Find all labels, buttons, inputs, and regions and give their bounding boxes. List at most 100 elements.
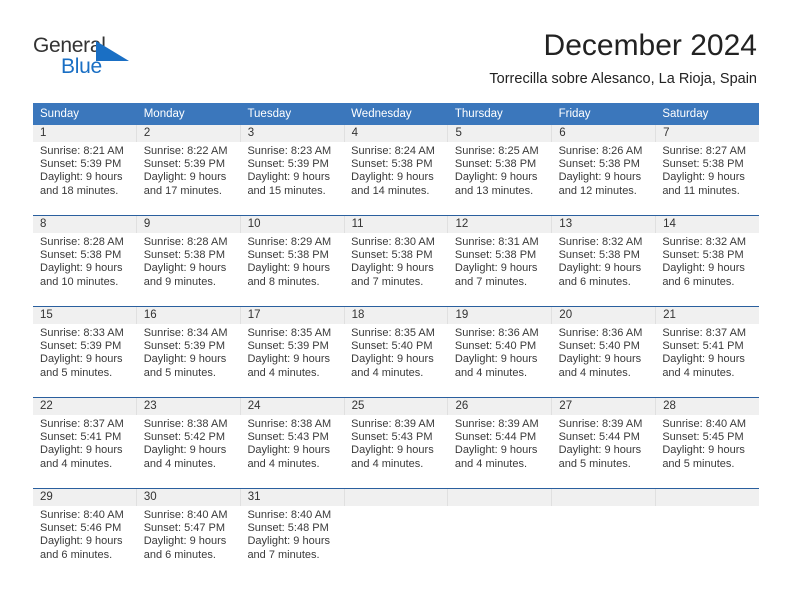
day-detail-line: Daylight: 9 hours [143, 353, 227, 366]
day-detail-line: and 4 minutes. [351, 457, 424, 470]
day-detail-line: and 6 minutes. [143, 548, 216, 561]
day-detail-line: Sunrise: 8:39 AM [454, 418, 539, 430]
day-detail-line: Sunrise: 8:35 AM [247, 327, 332, 339]
day-number[interactable]: 13 [551, 216, 655, 233]
calendar-week-row: 29 30 31 Sunrise: 8:40 AM Sunset: 5:46 PM Day… [33, 488, 759, 579]
day-detail-line: and 4 minutes. [351, 366, 424, 379]
day-cell[interactable]: Sunrise: 8:26 AM Sunset: 5:38 PM Daylight:… [552, 142, 656, 215]
day-detail-line: Sunset: 5:46 PM [40, 522, 122, 535]
day-number[interactable]: 9 [135, 216, 240, 233]
logo-text-blue: Blue [61, 55, 102, 78]
day-detail-line: Daylight: 9 hours [662, 444, 745, 457]
day-cell[interactable]: Sunrise: 8:40 AM Sunset: 5:47 PM Daylight:… [137, 506, 241, 579]
day-number[interactable]: 18 [343, 307, 448, 324]
calendar-page: General Blue December 2024 Torrecilla so… [0, 0, 792, 612]
day-number[interactable]: 6 [551, 125, 655, 142]
day-cell[interactable]: Sunrise: 8:36 AM Sunset: 5:40 PM Daylight:… [448, 324, 552, 397]
calendar-weeks: 1 2 3 4 5 6 7 Sunrise: 8:21 AM Sunset: 5:39 PM Da… [33, 125, 759, 579]
day-number[interactable]: 12 [447, 216, 551, 233]
day-detail-line: Daylight: 9 hours [558, 444, 642, 457]
day-number[interactable]: 22 [33, 398, 136, 415]
day-detail-line: Sunset: 5:48 PM [247, 522, 329, 535]
day-detail-line: Sunset: 5:42 PM [143, 431, 226, 444]
day-detail-line: Sunset: 5:45 PM [662, 431, 744, 444]
day-of-week-header: Tuesday [247, 108, 292, 120]
day-detail-line: Sunrise: 8:36 AM [454, 327, 539, 339]
day-number[interactable]: 25 [343, 398, 448, 415]
day-cell[interactable]: Sunrise: 8:37 AM Sunset: 5:41 PM Daylight:… [33, 415, 137, 488]
title-block: December 2024 Torrecilla sobre Alesanco,… [489, 28, 757, 90]
day-cell[interactable]: Sunrise: 8:22 AM Sunset: 5:39 PM Daylight:… [137, 142, 241, 215]
day-cell[interactable]: Sunrise: 8:39 AM Sunset: 5:44 PM Daylight:… [552, 415, 656, 488]
day-of-week-header: Friday [558, 108, 591, 120]
day-detail-line: Sunrise: 8:23 AM [247, 145, 332, 157]
day-cell[interactable]: Sunrise: 8:24 AM Sunset: 5:38 PM Daylight:… [344, 142, 448, 215]
day-cell[interactable]: Sunrise: 8:33 AM Sunset: 5:39 PM Daylight:… [33, 324, 137, 397]
day-number[interactable]: 31 [239, 489, 344, 506]
day-cell[interactable]: Sunrise: 8:29 AM Sunset: 5:38 PM Daylight:… [240, 233, 344, 306]
day-cell[interactable]: Sunrise: 8:35 AM Sunset: 5:40 PM Daylight:… [344, 324, 448, 397]
day-cell[interactable]: Sunrise: 8:31 AM Sunset: 5:38 PM Daylight:… [448, 233, 552, 306]
day-cell[interactable]: Sunrise: 8:30 AM Sunset: 5:38 PM Daylight:… [344, 233, 448, 306]
day-detail-line: Sunset: 5:43 PM [351, 431, 433, 444]
day-number[interactable]: 20 [551, 307, 655, 324]
day-number[interactable]: 15 [33, 307, 136, 324]
day-number[interactable]: 11 [343, 216, 448, 233]
day-number[interactable]: 19 [447, 307, 551, 324]
day-number[interactable]: 29 [33, 489, 136, 506]
day-detail-line: Sunrise: 8:35 AM [351, 327, 435, 339]
day-cell[interactable]: Sunrise: 8:23 AM Sunset: 5:39 PM Daylight:… [240, 142, 344, 215]
day-cell[interactable]: Sunrise: 8:39 AM Sunset: 5:43 PM Daylight:… [344, 415, 448, 488]
day-cell[interactable]: Sunrise: 8:40 AM Sunset: 5:45 PM Daylight:… [655, 415, 759, 488]
day-cell[interactable]: Sunrise: 8:32 AM Sunset: 5:38 PM Daylight:… [552, 233, 656, 306]
day-cell[interactable]: Sunrise: 8:25 AM Sunset: 5:38 PM Daylight:… [448, 142, 552, 215]
day-detail-line: Daylight: 9 hours [662, 353, 745, 366]
day-number[interactable]: 2 [135, 125, 240, 142]
day-cell[interactable]: Sunrise: 8:28 AM Sunset: 5:38 PM Daylight:… [137, 233, 241, 306]
day-number[interactable]: 7 [655, 125, 759, 142]
day-cell[interactable]: Sunrise: 8:40 AM Sunset: 5:48 PM Daylight:… [240, 506, 344, 579]
day-cell[interactable]: Sunrise: 8:40 AM Sunset: 5:46 PM Daylight:… [33, 506, 137, 579]
day-number[interactable]: 17 [239, 307, 344, 324]
day-cell[interactable]: Sunrise: 8:27 AM Sunset: 5:38 PM Daylight:… [655, 142, 759, 215]
day-of-week-header: Wednesday [351, 108, 412, 120]
general-blue-logo[interactable]: General Blue [33, 34, 163, 82]
day-number[interactable]: 5 [447, 125, 551, 142]
day-cell[interactable]: Sunrise: 8:38 AM Sunset: 5:43 PM Daylight:… [240, 415, 344, 488]
day-number[interactable]: 24 [239, 398, 344, 415]
day-number[interactable]: 10 [239, 216, 344, 233]
day-number[interactable]: 21 [655, 307, 759, 324]
day-detail-line: Sunset: 5:41 PM [40, 431, 122, 444]
day-number[interactable]: 28 [655, 398, 759, 415]
day-cell[interactable]: Sunrise: 8:28 AM Sunset: 5:38 PM Daylight:… [33, 233, 137, 306]
day-number[interactable]: 26 [447, 398, 551, 415]
day-detail-line: Sunrise: 8:34 AM [143, 327, 228, 339]
day-cell[interactable]: Sunrise: 8:37 AM Sunset: 5:41 PM Daylight:… [655, 324, 759, 397]
day-number[interactable]: 14 [655, 216, 759, 233]
day-detail-line: Sunrise: 8:39 AM [558, 418, 643, 430]
day-detail-line: and 12 minutes. [558, 184, 637, 197]
day-detail-line: Daylight: 9 hours [247, 535, 330, 548]
day-detail-line: Daylight: 9 hours [454, 353, 538, 366]
day-detail-line: Sunset: 5:40 PM [454, 340, 537, 353]
day-number[interactable]: 16 [135, 307, 240, 324]
day-number[interactable]: 23 [135, 398, 240, 415]
day-cell[interactable]: Sunrise: 8:34 AM Sunset: 5:39 PM Daylight:… [137, 324, 241, 397]
day-cell[interactable]: Sunrise: 8:36 AM Sunset: 5:40 PM Daylight:… [552, 324, 656, 397]
day-cell[interactable]: Sunrise: 8:32 AM Sunset: 5:38 PM Daylight:… [655, 233, 759, 306]
day-number[interactable]: 1 [33, 125, 136, 142]
day-number[interactable]: 3 [239, 125, 344, 142]
day-number[interactable]: 30 [135, 489, 240, 506]
day-cell[interactable]: Sunrise: 8:35 AM Sunset: 5:39 PM Daylight:… [240, 324, 344, 397]
page-title: December 2024 [543, 29, 757, 62]
day-detail-line: Daylight: 9 hours [351, 444, 434, 457]
day-cell[interactable]: Sunrise: 8:38 AM Sunset: 5:42 PM Daylight:… [137, 415, 241, 488]
day-of-week-header-row: Sunday Monday Tuesday Wednesday Thursday Frid… [33, 103, 759, 125]
day-number[interactable]: 8 [33, 216, 136, 233]
day-cell[interactable]: Sunrise: 8:39 AM Sunset: 5:44 PM Daylight:… [448, 415, 552, 488]
day-number[interactable]: 4 [343, 125, 448, 142]
day-detail-line: and 4 minutes. [454, 366, 528, 379]
day-cell[interactable]: Sunrise: 8:21 AM Sunset: 5:39 PM Daylight:… [33, 142, 137, 215]
day-number[interactable]: 27 [551, 398, 655, 415]
day-detail-band: Sunrise: 8:21 AM Sunset: 5:39 PM Daylight:… [33, 142, 759, 215]
